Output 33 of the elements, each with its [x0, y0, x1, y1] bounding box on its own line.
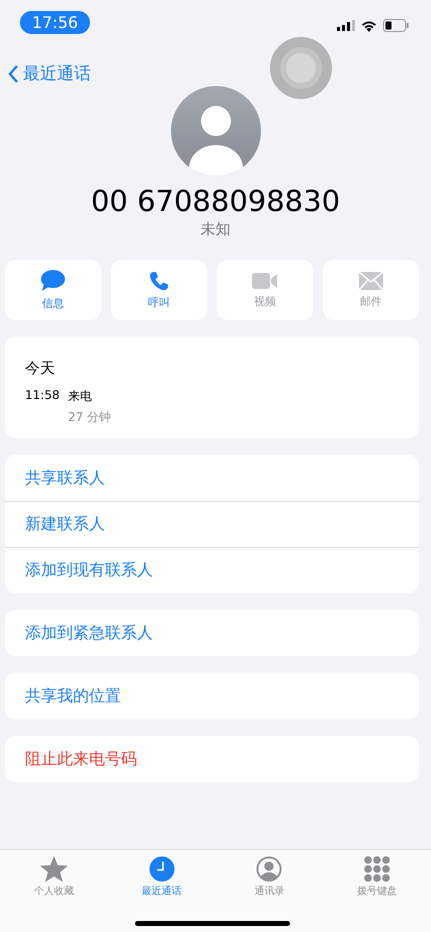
chevron-left-icon: [8, 64, 19, 82]
status-time: 17:56: [20, 11, 90, 34]
call-duration: 27 分钟: [68, 409, 112, 426]
clock-icon: [148, 856, 176, 882]
video-camera-icon: [252, 272, 278, 290]
back-button[interactable]: 最近通话: [0, 62, 99, 85]
battery-icon: [383, 19, 409, 32]
phone-number: 00 67088098830: [90, 184, 342, 218]
action-button[interactable]: 呼叫: [111, 260, 207, 320]
option-link[interactable]: 新建联系人: [5, 501, 419, 547]
tab-item[interactable]: 拨号键盘: [323, 855, 431, 899]
option-link[interactable]: 共享我的位置: [5, 673, 419, 719]
person-circle-icon: [255, 856, 284, 882]
tab-item[interactable]: 通讯录: [216, 855, 324, 899]
call-time: 11:58: [25, 388, 61, 404]
assistive-touch-button[interactable]: [270, 37, 332, 99]
star-icon: [38, 856, 69, 882]
call-type: 来电: [68, 388, 93, 405]
action-button[interactable]: 信息: [5, 260, 101, 320]
day-heading: 今天: [25, 359, 56, 378]
wifi-icon: [361, 20, 377, 32]
phone-icon: [149, 270, 169, 290]
option-link[interactable]: 添加到现有联系人: [5, 547, 419, 593]
tab-item[interactable]: 个人收藏: [0, 855, 108, 899]
envelope-icon: [359, 272, 383, 290]
option-link[interactable]: 添加到紧急联系人: [5, 610, 419, 656]
chat-bubble-icon: [41, 270, 65, 292]
keypad-icon: [364, 856, 390, 882]
option-link[interactable]: 阻止此来电号码: [5, 736, 419, 782]
option-link[interactable]: 共享联系人: [5, 455, 419, 501]
signal-icon: [337, 20, 355, 31]
contact-label: 未知: [200, 220, 232, 239]
tab-item[interactable]: 最近通话: [108, 855, 216, 899]
